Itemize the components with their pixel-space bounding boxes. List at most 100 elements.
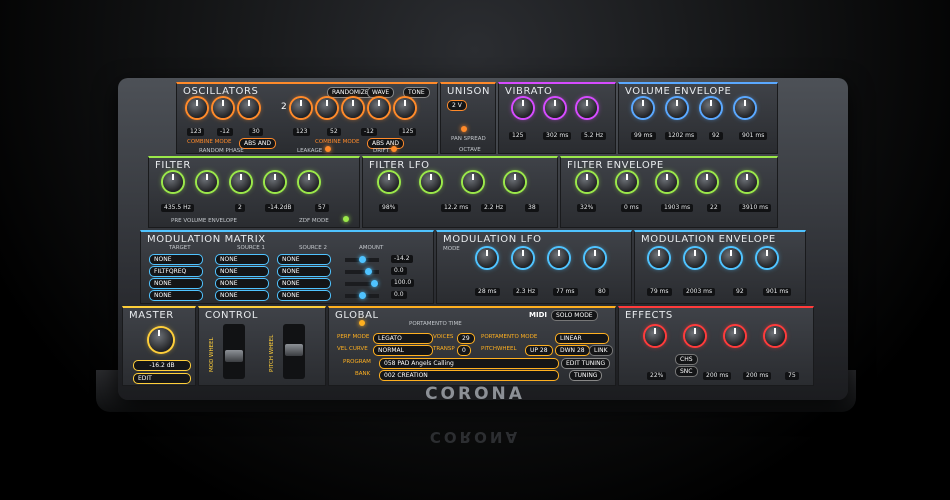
matrix-target-2[interactable]: FILTFQREQ: [149, 266, 203, 277]
matrix-source1-3[interactable]: NONE: [215, 278, 269, 289]
mod-env-release-knob[interactable]: [757, 248, 777, 268]
osc2-knob-2[interactable]: [317, 98, 337, 118]
link-toggle[interactable]: LINK: [589, 345, 613, 356]
mod-lfo-rate-knob[interactable]: [513, 248, 533, 268]
mod-env-attack-knob[interactable]: [649, 248, 669, 268]
filter-drive-knob[interactable]: [299, 172, 319, 192]
filter-env-decay-knob[interactable]: [657, 172, 677, 192]
vel-curve-select[interactable]: NORMAL: [373, 345, 433, 356]
matrix-amount-slider-2[interactable]: [345, 268, 379, 275]
matrix-source2-1[interactable]: NONE: [277, 254, 331, 265]
solo-mode-button[interactable]: SOLO MODE: [551, 310, 598, 321]
transp-select[interactable]: 0: [457, 345, 471, 356]
mod-lfo-delay-knob[interactable]: [477, 248, 497, 268]
volume-release-knob[interactable]: [735, 98, 755, 118]
perf-mode-select[interactable]: LEGATO: [373, 333, 433, 344]
zdf-mode-toggle[interactable]: [343, 216, 349, 222]
control-panel: CONTROL MOD WHEEL PITCH WHEEL: [198, 306, 326, 386]
edit-tuning-button[interactable]: EDIT TUNING: [561, 358, 611, 369]
filter-lfo-depth-knob[interactable]: [379, 172, 399, 192]
matrix-source2-3[interactable]: NONE: [277, 278, 331, 289]
unison-voices-select[interactable]: 2 V: [447, 100, 467, 111]
unison-title: UNISON: [447, 86, 491, 97]
effects-mix-knob[interactable]: [645, 326, 665, 346]
chs-button[interactable]: CHS: [675, 354, 698, 365]
wave-button[interactable]: WAVE: [367, 87, 395, 98]
leakage-slider[interactable]: [325, 146, 331, 152]
effects-time-2-knob[interactable]: [725, 326, 745, 346]
pitch-wheel[interactable]: [283, 324, 305, 379]
matrix-source1-2[interactable]: NONE: [215, 266, 269, 277]
pre-volume-envelope-toggle[interactable]: PRE VOLUME ENVELOPE: [171, 218, 237, 224]
tone-button[interactable]: TONE: [403, 87, 430, 98]
portamento-time-slider[interactable]: [359, 320, 365, 326]
mod-env-sustain-knob[interactable]: [721, 248, 741, 268]
osc2-knob-1[interactable]: [291, 98, 311, 118]
volume-decay-knob[interactable]: [667, 98, 687, 118]
matrix-amount-slider-3[interactable]: [345, 280, 379, 287]
filter-env-amount-knob[interactable]: [577, 172, 597, 192]
matrix-target-4[interactable]: NONE: [149, 290, 203, 301]
filter-lfo-shape-knob[interactable]: [505, 172, 525, 192]
filter-value-2: 2: [235, 204, 245, 212]
osc2-knob-5[interactable]: [395, 98, 415, 118]
filter-env-value-5: 3910 ms: [739, 204, 772, 212]
matrix-source1-1[interactable]: NONE: [215, 254, 269, 265]
matrix-target-3[interactable]: NONE: [149, 278, 203, 289]
mod-env-decay-knob[interactable]: [685, 248, 705, 268]
filter-env-release-knob[interactable]: [737, 172, 757, 192]
matrix-amount-slider-1[interactable]: [345, 256, 379, 263]
vibrato-knob-1[interactable]: [513, 98, 533, 118]
filter-lfo-value-4: 38: [525, 204, 539, 212]
vibrato-knob-2[interactable]: [545, 98, 565, 118]
volume-sustain-knob[interactable]: [701, 98, 721, 118]
osc1-knob-1[interactable]: [187, 98, 207, 118]
snc-button[interactable]: SNC: [675, 366, 698, 377]
octave-label[interactable]: OCTAVE: [459, 147, 481, 153]
random-phase-label[interactable]: RANDOM PHASE: [199, 148, 244, 154]
matrix-source2-4[interactable]: NONE: [277, 290, 331, 301]
volume-value-3: 92: [709, 132, 723, 140]
filter-lfo-delay-knob[interactable]: [421, 172, 441, 192]
portamento-mode-label: PORTAMENTO MODE: [481, 334, 538, 340]
mod-lfo-fade-knob[interactable]: [549, 248, 569, 268]
filter-gain-knob[interactable]: [231, 172, 251, 192]
filter-env-sustain-knob[interactable]: [697, 172, 717, 192]
pitch-down-select[interactable]: DWN 28: [555, 345, 590, 356]
pitch-up-select[interactable]: UP 28: [525, 345, 553, 356]
master-volume-knob[interactable]: [149, 328, 173, 352]
bank-select[interactable]: 002 CREATION: [379, 370, 559, 381]
filter-lfo-value-3: 2.2 Hz: [481, 204, 507, 212]
matrix-amount-slider-4[interactable]: [345, 292, 379, 299]
vibrato-knob-3[interactable]: [577, 98, 597, 118]
matrix-source2-2[interactable]: NONE: [277, 266, 331, 277]
program-select[interactable]: 058 PAD Angels Calling: [379, 358, 559, 369]
filter-type-knob[interactable]: [197, 172, 217, 192]
volume-value-4: 901 ms: [739, 132, 768, 140]
pitchwheel-label: PITCHWHEEL: [481, 346, 517, 352]
osc2-knob-4[interactable]: [369, 98, 389, 118]
filter-env-attack-knob[interactable]: [617, 172, 637, 192]
tuning-button[interactable]: TUNING: [569, 370, 603, 381]
drift-slider[interactable]: [391, 146, 397, 152]
osc1-knob-3[interactable]: [239, 98, 259, 118]
volume-attack-knob[interactable]: [633, 98, 653, 118]
effects-feedback-knob[interactable]: [765, 326, 785, 346]
combine-mode-select-1[interactable]: ABS AND: [239, 138, 277, 149]
mod-wheel[interactable]: [223, 324, 245, 379]
matrix-source1-4[interactable]: NONE: [215, 290, 269, 301]
filter-env-value-3: 1903 ms: [661, 204, 694, 212]
master-edit-select[interactable]: EDIT: [133, 373, 191, 384]
mod-lfo-angle-knob[interactable]: [585, 248, 605, 268]
voices-select[interactable]: 29: [457, 333, 475, 344]
osc1-knob-2[interactable]: [213, 98, 233, 118]
filter-cutoff-knob[interactable]: [163, 172, 183, 192]
filter-env-value-2: 0 ms: [621, 204, 642, 212]
filter-lfo-rate-knob[interactable]: [463, 172, 483, 192]
effects-time-1-knob[interactable]: [685, 326, 705, 346]
matrix-target-1[interactable]: NONE: [149, 254, 203, 265]
filter-resonance-knob[interactable]: [265, 172, 285, 192]
osc2-knob-3[interactable]: [343, 98, 363, 118]
pan-spread-slider[interactable]: [461, 126, 467, 132]
portamento-mode-select[interactable]: LINEAR: [555, 333, 609, 344]
